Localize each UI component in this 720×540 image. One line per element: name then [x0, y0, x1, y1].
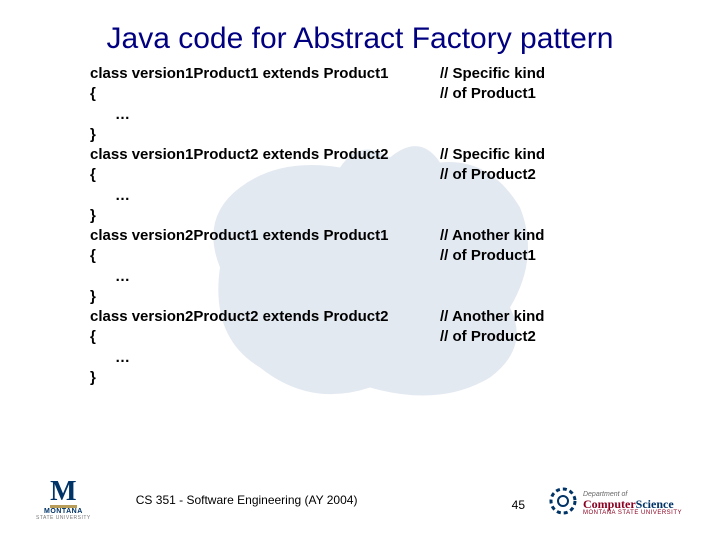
- code-left: }: [90, 125, 440, 145]
- code-left: class version1Product2 extends Product2: [90, 145, 440, 165]
- msu-logo-sub: STATE UNIVERSITY: [36, 515, 91, 521]
- code-line: class version2Product1 extends Product1/…: [90, 226, 680, 246]
- code-comment: // Specific kind: [440, 145, 545, 165]
- cs-main-label: ComputerScience: [583, 498, 682, 510]
- code-left: …: [90, 267, 440, 287]
- code-line: }: [90, 125, 680, 145]
- code-line: class version1Product2 extends Product2/…: [90, 145, 680, 165]
- code-line: }: [90, 368, 680, 388]
- code-left: {: [90, 246, 440, 266]
- code-block: class version1Product1 extends Product1/…: [0, 64, 720, 388]
- code-line: class version2Product2 extends Product2/…: [90, 307, 680, 327]
- code-left: }: [90, 206, 440, 226]
- code-line: {// of Product2: [90, 165, 680, 185]
- msu-logo: M MONTANA STATE UNIVERSITY: [36, 479, 91, 521]
- code-comment: // of Product2: [440, 327, 536, 347]
- cs-word-computer: Computer: [583, 497, 636, 511]
- code-left: class version2Product1 extends Product1: [90, 226, 440, 246]
- code-comment: // of Product1: [440, 246, 536, 266]
- slide-title: Java code for Abstract Factory pattern: [0, 0, 720, 64]
- code-line: }: [90, 287, 680, 307]
- code-left: class version1Product1 extends Product1: [90, 64, 440, 84]
- code-comment: // of Product2: [440, 165, 536, 185]
- cs-dept-logo: Department of ComputerScience MONTANA ST…: [547, 485, 682, 522]
- code-left: …: [90, 105, 440, 125]
- slide-footer: M MONTANA STATE UNIVERSITY CS 351 - Soft…: [0, 470, 720, 530]
- cs-word-science: Science: [636, 497, 674, 511]
- gear-icon: [547, 485, 579, 522]
- cs-logo-text: Department of ComputerScience MONTANA ST…: [583, 491, 682, 516]
- code-left: {: [90, 327, 440, 347]
- page-number: 45: [512, 498, 525, 512]
- code-line: …: [90, 186, 680, 206]
- code-line: }: [90, 206, 680, 226]
- code-line: {// of Product2: [90, 327, 680, 347]
- code-line: …: [90, 105, 680, 125]
- code-line: class version1Product1 extends Product1/…: [90, 64, 680, 84]
- code-line: …: [90, 348, 680, 368]
- code-left: class version2Product2 extends Product2: [90, 307, 440, 327]
- code-left: {: [90, 165, 440, 185]
- code-left: …: [90, 186, 440, 206]
- code-line: …: [90, 267, 680, 287]
- msu-logo-m: M: [50, 479, 76, 508]
- msu-logo-name: MONTANA: [44, 508, 83, 515]
- code-left: }: [90, 287, 440, 307]
- code-comment: // of Product1: [440, 84, 536, 104]
- code-left: }: [90, 368, 440, 388]
- code-comment: // Another kind: [440, 307, 544, 327]
- code-comment: // Another kind: [440, 226, 544, 246]
- footer-course: CS 351 - Software Engineering (AY 2004): [136, 493, 358, 507]
- code-left: …: [90, 348, 440, 368]
- code-line: {// of Product1: [90, 84, 680, 104]
- code-left: {: [90, 84, 440, 104]
- code-line: {// of Product1: [90, 246, 680, 266]
- code-comment: // Specific kind: [440, 64, 545, 84]
- cs-sub-label: MONTANA STATE UNIVERSITY: [583, 510, 682, 516]
